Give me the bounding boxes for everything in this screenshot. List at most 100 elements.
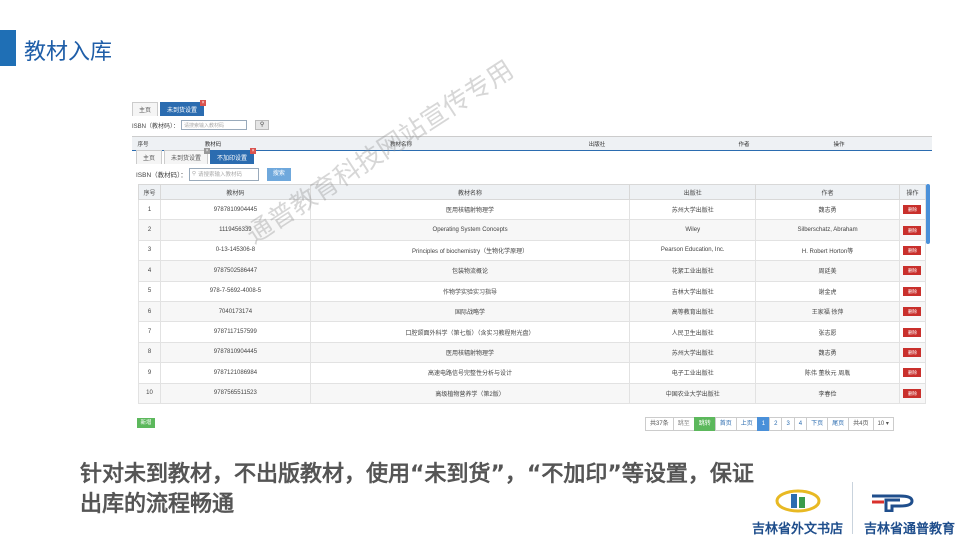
back-search-button[interactable]: ⚲: [255, 120, 270, 130]
tab-unarrived-label: 未到货设置: [171, 156, 202, 162]
delete-button[interactable]: 删除: [903, 388, 922, 398]
table-header-row: 序号 教材码 教材名称 出版社 作者 操作: [138, 184, 927, 200]
table-cell: 口腔颌面外科学（第七版）（含实习教程附光盘）: [309, 321, 631, 343]
table-row: 8 9787810904445 医用核辐射物理学 苏州大学出版社 魏志勇 删除: [138, 341, 927, 364]
table-row: 5 978-7-5692-4008-5 作物学实验实习指导 吉林大学出版社 谢金虎 删除: [138, 280, 927, 302]
table-cell: Operating System Concepts: [309, 219, 631, 241]
table-cell-action: 删除: [898, 341, 927, 364]
table-cell-action: 删除: [898, 382, 927, 404]
table-scrollbar[interactable]: [926, 184, 930, 244]
table-cell: 人民卫生出版社: [629, 321, 757, 343]
table-cell: 医用核辐射物理学: [309, 341, 631, 364]
delete-button[interactable]: 删除: [903, 245, 922, 255]
tab-home[interactable]: 主页: [136, 150, 163, 164]
front-tab-bar: 主页 未到货设置 × 不加印设置 ×: [136, 148, 291, 164]
table-cell: 7: [138, 321, 161, 343]
back-tab-unarrived-label: 未到货设置: [167, 108, 198, 114]
table-cell-action: 删除: [898, 260, 927, 282]
tongpu-logo-icon: [872, 494, 914, 512]
chevron-down-icon: ▾: [885, 421, 889, 427]
page-size-select[interactable]: 10 ▾: [872, 417, 894, 431]
pager-prev[interactable]: 上页: [735, 417, 758, 431]
table-cell: 国际战略学: [309, 300, 631, 323]
table-cell: 包装物流概论: [309, 260, 631, 282]
search-label: ISBN（教材码）：: [136, 172, 187, 179]
pager-first[interactable]: 首页: [714, 417, 737, 431]
add-button[interactable]: 新增: [137, 418, 155, 428]
delete-button[interactable]: 删除: [903, 225, 922, 235]
table-cell: 3: [138, 239, 161, 262]
pager-page-3[interactable]: 3: [781, 417, 795, 431]
table-cell: 978-7-5692-4008-5: [159, 280, 311, 302]
delete-button[interactable]: 删除: [903, 307, 922, 317]
table-cell: 9787565511523: [159, 382, 311, 404]
table-cell: 中国农业大学出版社: [629, 382, 757, 404]
back-col-index: 序号: [137, 141, 149, 148]
table-cell: 10: [138, 382, 161, 404]
table-cell-action: 删除: [898, 300, 927, 323]
back-search-placeholder: 请搜索输入教材码: [184, 122, 225, 129]
search-row: ISBN（教材码）： ⚲ 请搜索输入教材码 搜索: [136, 166, 291, 182]
table-cell-action: 删除: [898, 280, 927, 302]
brand-divider: [852, 482, 853, 534]
table-cell: 9787502586447: [159, 260, 311, 282]
close-icon[interactable]: ×: [200, 100, 207, 106]
table-cell: 0-13-145306-8: [159, 239, 311, 262]
table-cell: 2: [138, 219, 161, 241]
title-accent-bar: [0, 30, 16, 66]
pager-total: 共37条: [645, 417, 674, 431]
isbn-search-input[interactable]: ⚲ 请搜索输入教材码: [188, 167, 259, 181]
delete-button[interactable]: 删除: [903, 368, 922, 378]
tab-no-reprint-label: 不加印设置: [217, 156, 248, 162]
table-cell-action: 删除: [898, 362, 927, 384]
col-author: 作者: [755, 184, 900, 200]
pager-page-1[interactable]: 1: [756, 417, 771, 431]
table-cell-action: 删除: [898, 321, 927, 343]
table-cell: Principles of biochemistry（生物化学原理）: [309, 239, 631, 262]
slide-title: 教材入库: [24, 40, 113, 65]
search-icon: ⚲: [259, 122, 265, 128]
back-search-label: ISBN（教材码）：: [132, 123, 180, 130]
table-cell: 4: [138, 260, 161, 282]
unarrived-settings-window: 主页 未到货设置 × ISBN（教材码）： 请搜索输入教材码 ⚲ 序号 教材码 …: [132, 100, 932, 150]
pager-page-4[interactable]: 4: [793, 417, 808, 431]
table-row: 9 9787121086984 高速电路信号完整性分析与设计 电子工业出版社 陈伟 董秋…: [138, 362, 927, 384]
table-cell: H. Robert Horton等: [755, 239, 900, 262]
table-cell: 作物学实验实习指导: [309, 280, 631, 302]
col-index: 序号: [138, 184, 161, 200]
close-icon[interactable]: ×: [250, 148, 257, 154]
back-col-isbn: 教材码: [204, 141, 222, 148]
col-action: 操作: [898, 184, 927, 200]
pager-jump-input[interactable]: 跳至: [672, 417, 695, 431]
table-cell: 张志愿: [755, 321, 900, 343]
table-cell: 王家福 徐萍: [755, 300, 900, 323]
table-cell: 7040173174: [159, 300, 311, 323]
delete-button[interactable]: 删除: [903, 205, 922, 215]
table-cell: 高级植物营养学（第2版）: [309, 382, 631, 404]
tab-unarrived[interactable]: 未到货设置 ×: [164, 148, 211, 164]
table-cell-action: 删除: [898, 239, 927, 262]
search-button[interactable]: 搜索: [266, 167, 291, 181]
delete-button[interactable]: 删除: [903, 327, 922, 337]
back-tab-unarrived[interactable]: 未到货设置 ×: [160, 100, 207, 116]
table-cell: Silberschatz, Abraham: [755, 219, 900, 241]
delete-button[interactable]: 删除: [903, 286, 922, 296]
back-tab-home[interactable]: 主页: [132, 102, 159, 116]
table-row: 10 9787565511523 高级植物营养学（第2版） 中国农业大学出版社 李春俭删…: [138, 382, 927, 404]
brand-tongpu: 吉林省通普教育: [864, 522, 956, 537]
pager-go-button[interactable]: 跳转: [693, 417, 716, 431]
table-cell: 苏州大学出版社: [629, 198, 757, 221]
back-tab-bar: 主页 未到货设置 ×: [132, 100, 932, 116]
delete-button[interactable]: 删除: [903, 266, 922, 276]
table-cell: Wiley: [629, 219, 757, 241]
pager-last[interactable]: 尾页: [827, 417, 850, 431]
tab-no-reprint[interactable]: 不加印设置 ×: [210, 148, 257, 164]
table-cell: 医用核辐射物理学: [309, 198, 631, 221]
back-search-input[interactable]: 请搜索输入教材码: [181, 120, 248, 130]
brand-bookstore: 吉林省外文书店: [752, 522, 844, 537]
delete-button[interactable]: 删除: [903, 347, 922, 357]
table-cell-action: 删除: [898, 198, 927, 221]
pager-next[interactable]: 下页: [806, 417, 829, 431]
table-cell: 李春俭: [755, 382, 900, 404]
pager-page-2[interactable]: 2: [769, 417, 783, 431]
